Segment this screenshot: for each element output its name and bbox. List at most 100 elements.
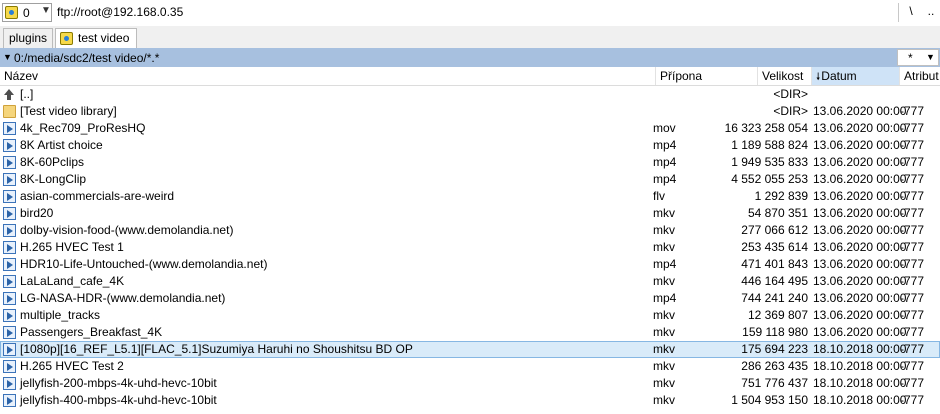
toolbar: 0 ▼ ftp://root@192.168.0.35 \ .. [0,0,940,26]
file-attributes: -777 [900,155,925,169]
file-row[interactable]: bird20 mkv 54 870 351 13.06.2020 00:00 -777 [0,205,940,222]
file-size: 751 776 437 [741,376,808,390]
file-attributes: -777 [900,308,925,322]
ftp-path: ftp://root@192.168.0.35 [57,5,184,19]
tab-bar: plugins test video [0,26,940,49]
file-date: 13.06.2020 00:00 [813,138,907,152]
file-row[interactable]: LaLaLand_cafe_4K mkv 446 164 495 13.06.2020… [0,273,940,290]
file-size: 12 369 807 [747,308,808,322]
file-attributes: -777 [900,172,925,186]
file-size: 471 401 843 [741,257,808,271]
file-size: 446 164 495 [741,274,808,288]
file-size: 744 241 240 [741,291,808,305]
up-button[interactable]: .. [926,4,936,18]
file-date: 13.06.2020 00:00 [813,172,907,186]
filter-dropdown[interactable]: * ▼ [897,49,939,66]
file-attributes: -777 [900,121,925,135]
file-name: [..] [20,87,34,101]
file-row[interactable]: jellyfish-200-mbps-4k-uhd-hevc-10bit mkv 7… [0,375,940,392]
chevron-down-icon: ▼ [926,52,935,62]
drive-select[interactable]: 0 ▼ [2,3,52,22]
file-name: multiple_tracks [20,308,101,322]
file-name: Passengers_Breakfast_4K [20,325,163,339]
filter-value: * [908,51,913,65]
video-file-icon [3,343,16,356]
file-row[interactable]: H.265 HVEC Test 1 mkv 253 435 614 13.06.202… [0,239,940,256]
file-size: 286 263 435 [741,359,808,373]
path-bar[interactable]: ▼ 0:/media/sdc2/test video/*.* * ▼ [0,48,940,67]
file-extension: mkv [653,223,675,237]
file-extension: mkv [653,342,675,356]
file-row[interactable]: LG-NASA-HDR-(www.demolandia.net) mp4 744 2… [0,290,940,307]
file-row[interactable]: asian-commercials-are-weird flv 1 292 839 1… [0,188,940,205]
file-row[interactable]: 8K Artist choice mp4 1 189 588 824 13.06.20… [0,137,940,154]
file-row[interactable]: [Test video library] <DIR> 13.06.2020 00:0… [0,103,940,120]
file-name: 8K-60Pclips [20,155,85,169]
file-name: [1080p][16_REF_L5.1][FLAC_5.1]Suzumiya H… [20,342,413,356]
column-date[interactable]: 🠗Datum [812,67,900,85]
file-attributes: -777 [900,291,925,305]
column-date-label: Datum [821,69,857,83]
file-name: 4k_Rec709_ProResHQ [20,121,146,135]
file-row[interactable]: 8K-60Pclips mp4 1 949 535 833 13.06.2020 00… [0,154,940,171]
file-row[interactable]: HDR10-Life-Untouched-(www.demolandia.net… [0,256,940,273]
video-file-icon [3,394,16,407]
current-path: 0:/media/sdc2/test video/*.* [14,51,160,65]
drive-icon [5,6,18,19]
file-name: jellyfish-400-mbps-4k-uhd-hevc-10bit [20,393,217,407]
file-row[interactable]: H.265 HVEC Test 2 mkv 286 263 435 18.10.201… [0,358,940,375]
column-size[interactable]: Velikost [758,67,812,85]
file-name: LG-NASA-HDR-(www.demolandia.net) [20,291,226,305]
file-row[interactable]: [1080p][16_REF_L5.1][FLAC_5.1]Suzumiya H… [0,341,940,358]
file-name: HDR10-Life-Untouched-(www.demolandia.net… [20,257,268,271]
file-row[interactable]: Passengers_Breakfast_4K mkv 159 118 980 13.… [0,324,940,341]
file-size: 1 189 588 824 [731,138,808,152]
file-attributes: -777 [900,240,925,254]
chevron-down-icon: ▼ [3,52,12,62]
file-date: 13.06.2020 00:00 [813,325,907,339]
file-date: 18.10.2018 00:00 [813,376,907,390]
file-size: 277 066 612 [741,223,808,237]
video-file-icon [3,224,16,237]
column-header: Název Přípona Velikost 🠗Datum Atribut [0,67,940,86]
file-date: 13.06.2020 00:00 [813,189,907,203]
file-date: 13.06.2020 00:00 [813,274,907,288]
file-row[interactable]: jellyfish-400-mbps-4k-uhd-hevc-10bit mkv 1… [0,392,940,409]
tab-plugins[interactable]: plugins [3,28,53,48]
file-row[interactable]: multiple_tracks mkv 12 369 807 13.06.2020 0… [0,307,940,324]
file-extension: mp4 [653,291,677,305]
file-date: 13.06.2020 00:00 [813,308,907,322]
video-file-icon [3,377,16,390]
file-date: 13.06.2020 00:00 [813,240,907,254]
video-file-icon [3,292,16,305]
file-size: 54 870 351 [747,206,808,220]
file-row[interactable]: dolby-vision-food-(www.demolandia.net) mk… [0,222,940,239]
file-size: 1 292 839 [754,189,808,203]
file-name: 8K Artist choice [20,138,103,152]
file-row[interactable]: 4k_Rec709_ProResHQ mov 16 323 258 054 13.06… [0,120,940,137]
column-attributes[interactable]: Atribut [900,67,940,85]
file-name: jellyfish-200-mbps-4k-uhd-hevc-10bit [20,376,217,390]
video-file-icon [3,190,16,203]
file-date: 13.06.2020 00:00 [813,121,907,135]
file-extension: mkv [653,274,675,288]
file-extension: mkv [653,393,675,407]
file-date: 13.06.2020 00:00 [813,104,907,118]
drive-value: 0 [23,6,30,20]
file-date: 13.06.2020 00:00 [813,206,907,220]
column-name[interactable]: Název [0,67,656,85]
file-name: H.265 HVEC Test 2 [20,359,124,373]
file-row[interactable]: [..] <DIR> [0,86,940,103]
file-extension: mkv [653,240,675,254]
column-extension[interactable]: Přípona [656,67,758,85]
toolbar-divider [898,3,899,22]
root-button[interactable]: \ [906,4,916,18]
file-extension: mp4 [653,257,677,271]
file-attributes: -777 [900,104,925,118]
file-extension: mp4 [653,155,677,169]
file-name: [Test video library] [20,104,117,118]
tab-test-video[interactable]: test video [55,28,137,49]
file-row[interactable]: 8K-LongClip mp4 4 552 055 253 13.06.2020 00… [0,171,940,188]
file-date: 18.10.2018 00:00 [813,342,907,356]
video-file-icon [3,173,16,186]
